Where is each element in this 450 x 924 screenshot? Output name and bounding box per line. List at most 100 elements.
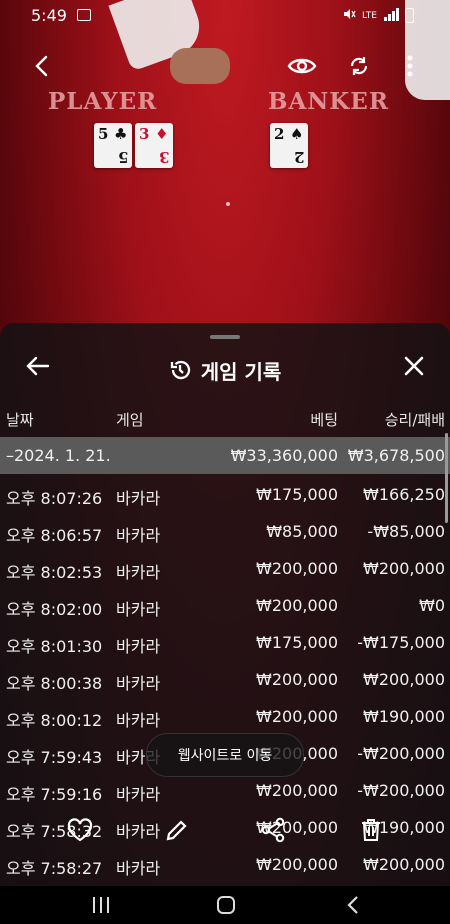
summary-bet: ₩33,360,000: [230, 446, 338, 465]
row-game: 바카라: [116, 711, 161, 730]
header-date: 날짜: [6, 411, 34, 429]
row-bet: ₩200,000: [256, 707, 338, 726]
header-bet: 베팅: [310, 411, 338, 429]
row-bet: ₩85,000: [266, 522, 338, 541]
history-row[interactable]: 오후 8:00:12 바카라 ₩200,000 ₩190,000: [0, 698, 450, 735]
banker-card-1: 2 ♠ 2: [270, 123, 308, 168]
signal-icon: [383, 7, 399, 24]
row-result: -₩200,000: [357, 744, 445, 763]
header-game: 게임: [116, 411, 144, 429]
status-time: 5:49: [31, 6, 67, 25]
more-vertical-icon: [407, 55, 413, 77]
banker-label: BANKER: [268, 88, 389, 115]
rotate-button[interactable]: [346, 52, 372, 80]
dealer-hand: [170, 48, 230, 84]
pencil-icon: [166, 820, 187, 841]
eye-icon: [287, 58, 317, 74]
header-result: 승리/패배: [384, 411, 445, 429]
go-to-website-label: 웹사이트로 이동: [177, 748, 273, 764]
row-bet: ₩200,000: [256, 781, 338, 800]
row-time: 오후 8:01:30: [6, 637, 103, 656]
row-game: 바카라: [116, 859, 161, 878]
row-time: 오후 8:00:12: [6, 711, 103, 730]
history-row[interactable]: 오후 7:58:27 바카라 ₩200,000 ₩200,000: [0, 846, 450, 883]
row-result: -₩175,000: [357, 633, 445, 652]
more-options-button[interactable]: [400, 52, 420, 80]
row-game: 바카라: [116, 785, 161, 804]
heart-icon: [67, 818, 93, 842]
history-row[interactable]: 오후 7:59:16 바카라 ₩200,000 -₩200,000: [0, 772, 450, 809]
row-game: 바카라: [116, 674, 161, 693]
go-to-website-button[interactable]: 웹사이트로 이동: [146, 733, 304, 777]
card-rank-bottom: 5: [117, 148, 128, 166]
date-summary-row[interactable]: –2024. 1. 21. ₩33,360,000 ₩3,678,500: [0, 437, 450, 474]
favorite-button[interactable]: [66, 817, 94, 843]
row-time: 오후 7:59:43: [6, 748, 103, 767]
recent-apps-button[interactable]: [88, 892, 114, 918]
panel-close-button[interactable]: [400, 351, 428, 381]
back-button[interactable]: [28, 52, 54, 80]
status-bar: 5:49 LTE: [0, 0, 450, 32]
lte-label: LTE: [362, 10, 377, 21]
row-result: ₩190,000: [363, 707, 445, 726]
history-row[interactable]: 오후 8:01:30 바카라 ₩175,000 -₩175,000: [0, 624, 450, 661]
gallery-icon: [77, 9, 91, 21]
row-game: 바카라: [116, 637, 161, 656]
system-back-button[interactable]: [340, 892, 366, 918]
row-bet: ₩200,000: [256, 596, 338, 615]
history-row[interactable]: 오후 8:07:26 바카라 ₩175,000 ₩166,250: [0, 476, 450, 513]
player-label: PLAYER: [48, 88, 158, 115]
delete-button[interactable]: [357, 817, 385, 843]
row-result: ₩200,000: [363, 670, 445, 689]
card-rank: 2: [274, 125, 285, 143]
battery-icon: [405, 8, 414, 23]
row-result: ₩166,250: [363, 485, 445, 504]
row-time: 오후 8:02:00: [6, 600, 103, 619]
row-result: ₩0: [419, 596, 445, 615]
view-toggle-button[interactable]: [286, 52, 318, 80]
row-bet: ₩200,000: [256, 670, 338, 689]
home-icon: [217, 896, 235, 914]
panel-title-row: 게임 기록: [0, 353, 450, 387]
card-rank-bottom: 3: [158, 148, 169, 166]
row-game: 바카라: [116, 822, 161, 841]
spade-icon: ♠: [290, 125, 304, 143]
history-row[interactable]: 오후 8:02:00 바카라 ₩200,000 ₩0: [0, 587, 450, 624]
close-icon: [404, 356, 424, 376]
back-chevron-icon: [347, 896, 358, 914]
player-card-2: 3 ♦ 3: [135, 123, 173, 168]
table-marker: [226, 202, 230, 206]
row-bet: ₩175,000: [256, 485, 338, 504]
mute-icon: [342, 7, 356, 24]
player-card-1: 5 ♣ 5: [94, 123, 132, 168]
share-icon: [261, 817, 285, 843]
drag-handle[interactable]: [210, 335, 240, 339]
history-row[interactable]: 오후 8:02:53 바카라 ₩200,000 ₩200,000: [0, 550, 450, 587]
row-time: 오후 8:06:57: [6, 526, 103, 545]
history-row[interactable]: 오후 8:00:38 바카라 ₩200,000 ₩200,000: [0, 661, 450, 698]
history-icon: [170, 360, 190, 380]
row-time: 오후 8:07:26: [6, 489, 103, 508]
row-bet: ₩175,000: [256, 633, 338, 652]
row-time: 오후 7:59:16: [6, 785, 103, 804]
history-row[interactable]: 오후 8:06:57 바카라 ₩85,000 -₩85,000: [0, 513, 450, 550]
panel-title: 게임 기록: [200, 359, 282, 384]
home-button[interactable]: [213, 892, 239, 918]
scrollbar[interactable]: [445, 433, 448, 523]
summary-date: –2024. 1. 21.: [6, 446, 111, 465]
row-time: 오후 8:02:53: [6, 563, 103, 582]
share-button[interactable]: [259, 817, 287, 843]
row-game: 바카라: [116, 563, 161, 582]
game-history-panel: 게임 기록 날짜 게임 베팅 승리/패배 –2024. 1. 21. ₩33,3…: [0, 323, 450, 886]
row-result: ₩200,000: [363, 559, 445, 578]
rotate-screen-icon: [350, 57, 368, 75]
row-result: -₩200,000: [357, 781, 445, 800]
system-nav-bar: [0, 886, 450, 924]
row-result: ₩200,000: [363, 855, 445, 874]
row-result: -₩85,000: [367, 522, 445, 541]
trash-icon: [362, 819, 380, 841]
row-game: 바카라: [116, 600, 161, 619]
edit-button[interactable]: [163, 817, 191, 843]
card-rank: 5: [98, 125, 109, 143]
club-icon: ♣: [114, 125, 128, 143]
